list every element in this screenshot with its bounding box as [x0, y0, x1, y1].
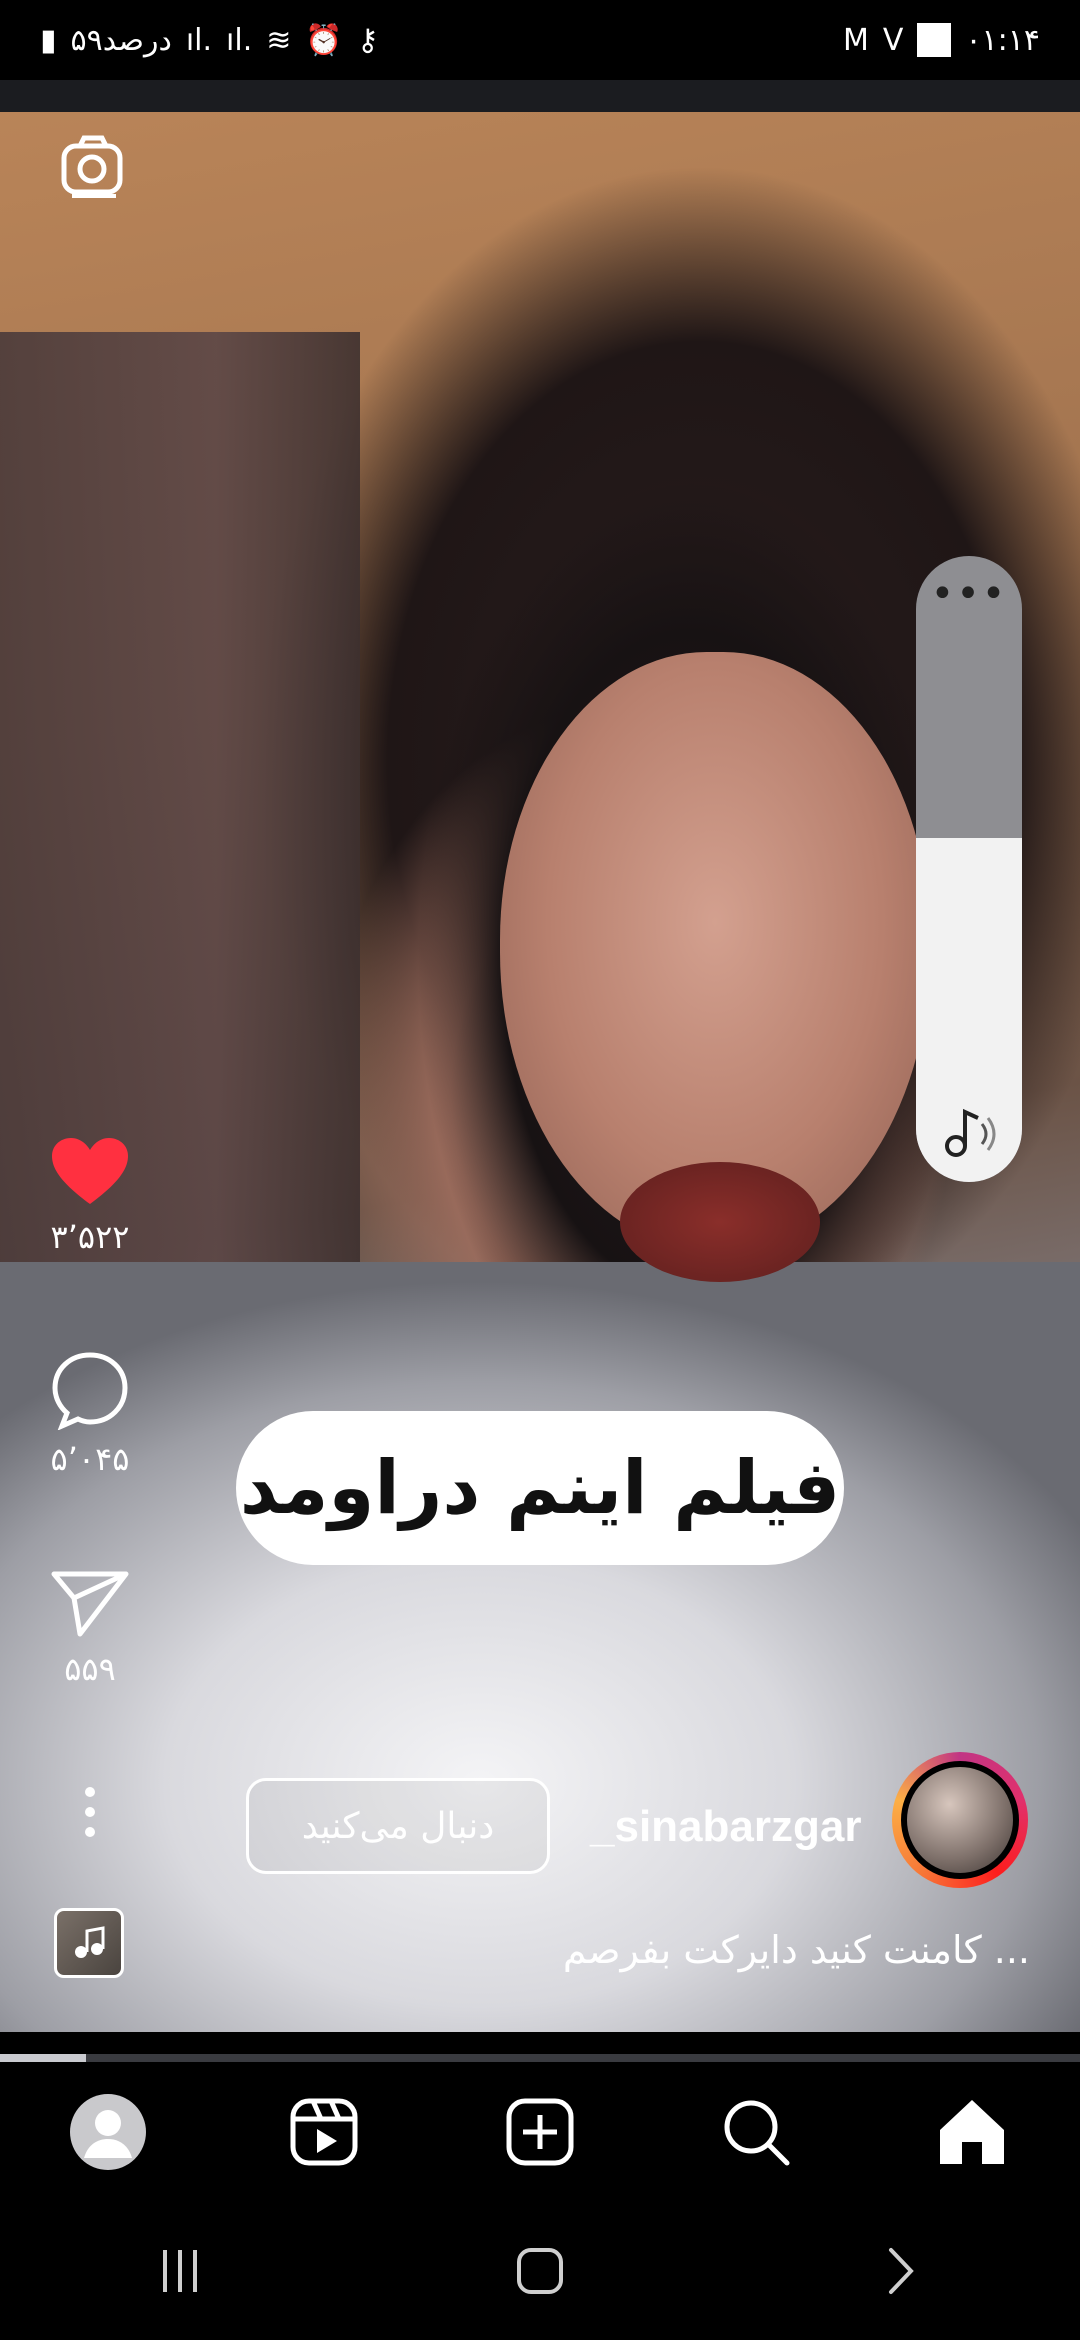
music-note-icon	[75, 1926, 105, 1958]
like-count: ۳٬۵۲۲	[50, 1218, 130, 1256]
volume-slider[interactable]: •••	[916, 556, 1022, 1182]
comment-icon[interactable]	[50, 1350, 130, 1430]
gmail-icon: M	[843, 22, 869, 58]
lips-shape	[620, 1162, 820, 1282]
more-dots-icon[interactable]: •••	[916, 574, 1022, 614]
bottom-nav	[0, 2062, 1080, 2202]
profile-icon[interactable]	[63, 2087, 153, 2177]
comment-action[interactable]: ۵٬۰۴۵	[40, 1350, 140, 1478]
recent-apps-icon[interactable]	[140, 2231, 220, 2311]
signal-icon: ıl.	[226, 22, 253, 58]
avatar-image	[901, 1761, 1019, 1879]
battery-icon: ▮	[40, 22, 57, 58]
key-icon: ⚷	[356, 22, 379, 58]
like-action[interactable]: ۳٬۵۲۲	[40, 1136, 140, 1256]
more-options-icon[interactable]	[40, 1782, 140, 1842]
reels-icon[interactable]	[279, 2087, 369, 2177]
home-icon[interactable]	[927, 2087, 1017, 2177]
video-progress-fill	[0, 2054, 87, 2062]
comment-count: ۵٬۰۴۵	[50, 1440, 130, 1478]
white-square-icon	[917, 23, 952, 57]
back-icon[interactable]	[860, 2231, 940, 2311]
create-icon[interactable]	[495, 2087, 585, 2177]
signal-icon: ıl.	[185, 22, 213, 58]
music-note-icon[interactable]	[938, 1100, 1002, 1164]
system-nav	[0, 2202, 1080, 2340]
status-left: ▮ ۵۹درصد ıl. ıl. ≋ ⏰ ⚷	[40, 23, 379, 58]
home-button-icon[interactable]	[500, 2231, 580, 2311]
share-count: ۵۵۹	[64, 1650, 116, 1688]
send-icon[interactable]	[50, 1568, 130, 1640]
search-icon[interactable]	[711, 2087, 801, 2177]
caption-sticker: فیلم اینم دراومد	[236, 1411, 844, 1565]
username[interactable]: _sinabarzgar	[590, 1802, 861, 1852]
status-right: M V ۰۱:۱۴	[843, 23, 1040, 58]
share-action[interactable]: ۵۵۹	[40, 1568, 140, 1688]
top-strip	[0, 80, 1080, 112]
post-caption[interactable]: کامنت کنید دایرکت بفرصم ...	[563, 1928, 1030, 1972]
audio-thumbnail[interactable]	[54, 1908, 124, 1978]
battery-text: ۵۹درصد	[70, 22, 172, 58]
profile-row: دنبال می‌کنید _sinabarzgar	[246, 1752, 1036, 1888]
alarm-icon: ⏰	[305, 22, 343, 58]
shirt-shape	[0, 1262, 1080, 2032]
status-bar: ▮ ۵۹درصد ıl. ıl. ≋ ⏰ ⚷ M V ۰۱:۱۴	[0, 0, 1080, 80]
following-button[interactable]: دنبال می‌کنید	[246, 1778, 550, 1874]
status-time: ۰۱:۱۴	[965, 22, 1040, 58]
heart-icon[interactable]	[50, 1136, 130, 1208]
wifi-icon: ≋	[266, 22, 292, 58]
avatar[interactable]	[892, 1752, 1028, 1888]
v-icon: V	[882, 22, 904, 58]
video-progress-track[interactable]	[0, 2054, 1080, 2062]
camera-icon[interactable]	[58, 130, 130, 202]
